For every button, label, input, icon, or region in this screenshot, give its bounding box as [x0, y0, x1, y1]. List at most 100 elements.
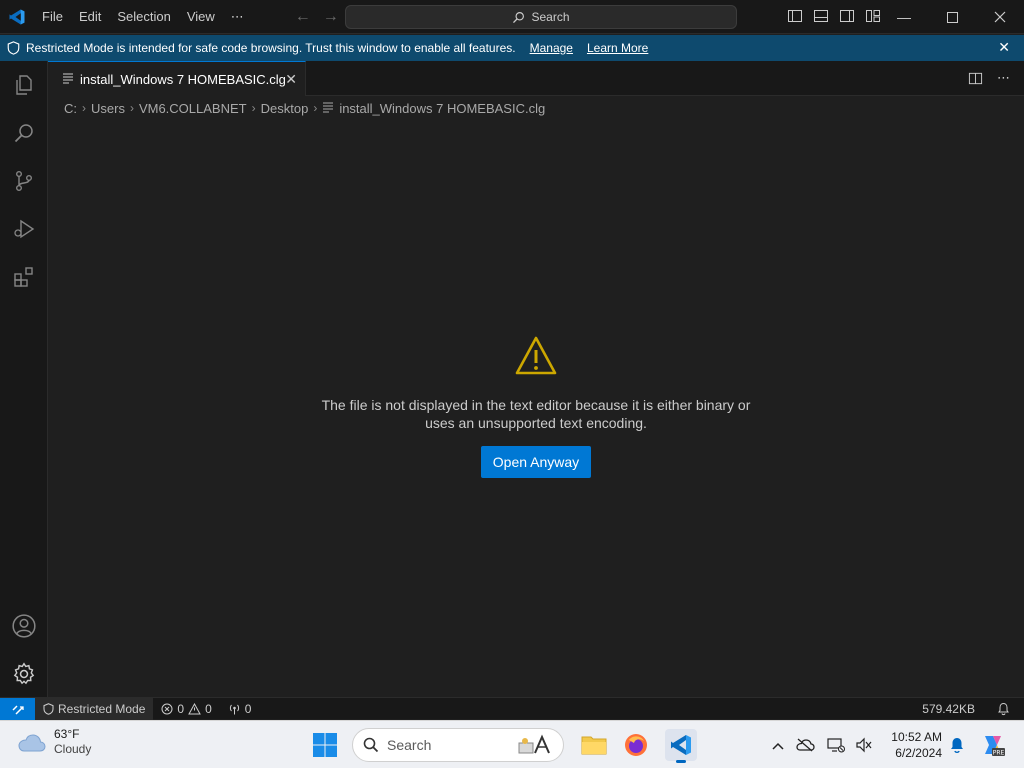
tab-label: install_Windows 7 HOMEBASIC.clg [80, 71, 286, 87]
binary-file-message: The file is not displayed in the text ed… [300, 396, 772, 432]
activity-bar [0, 61, 48, 697]
source-control-icon[interactable] [0, 157, 48, 205]
search-icon [513, 11, 525, 23]
warning-icon [514, 335, 558, 377]
manage-gear-icon[interactable] [0, 650, 48, 698]
status-bar: Restricted Mode 0 0 0 579.42KB [0, 697, 1024, 720]
chevron-right-icon: › [82, 101, 86, 115]
menu-edit[interactable]: Edit [71, 0, 109, 34]
clock-time: 10:52 AM [891, 730, 942, 744]
file-size-status[interactable]: 579.42KB [914, 698, 989, 720]
restricted-mode-label: Restricted Mode [58, 701, 146, 716]
clock-date: 6/2/2024 [895, 746, 942, 760]
file-lines-icon [62, 72, 74, 87]
weather-text: 63°F Cloudy [54, 727, 91, 757]
editor-tab-bar: install_Windows 7 HOMEBASIC.clg ✕ ⋯ [48, 61, 1024, 96]
open-anyway-button[interactable]: Open Anyway [481, 446, 591, 478]
more-actions-icon[interactable]: ⋯ [997, 71, 1010, 89]
warning-small-icon [188, 702, 201, 714]
close-banner-icon[interactable]: ✕ [998, 39, 1010, 56]
network-icon[interactable] [822, 737, 850, 753]
breadcrumb-desktop[interactable]: Desktop [261, 101, 309, 116]
start-windows-icon[interactable] [312, 732, 338, 758]
toggle-primary-sidebar-icon[interactable] [786, 7, 804, 25]
menu-file[interactable]: File [34, 0, 71, 34]
close-tab-icon[interactable]: ✕ [285, 71, 297, 88]
search-view-icon[interactable] [0, 109, 48, 157]
warning-count: 0 [205, 701, 212, 716]
error-count: 0 [177, 701, 185, 716]
weather-condition: Cloudy [54, 742, 92, 756]
menu-more[interactable]: ⋯ [223, 0, 252, 34]
breadcrumb-users[interactable]: Users [91, 101, 125, 116]
editor-actions: ⋯ [968, 71, 1010, 89]
status-bar-right: 579.42KB [914, 698, 1024, 720]
menu-view[interactable]: View [179, 0, 223, 34]
menu-selection[interactable]: Selection [109, 0, 178, 34]
nav-arrows: ← → [292, 8, 342, 26]
window-controls: — [880, 0, 1024, 34]
accounts-icon[interactable] [0, 602, 48, 650]
command-center-label: Search [531, 10, 570, 24]
volume-muted-icon[interactable] [850, 737, 878, 753]
close-window-icon[interactable] [976, 0, 1024, 34]
extensions-icon[interactable] [0, 253, 48, 301]
taskbar-search-placeholder: Search [387, 737, 432, 753]
shield-icon [0, 41, 26, 55]
vscode-logo-icon[interactable] [0, 0, 34, 34]
command-center-search[interactable]: Search [345, 5, 737, 29]
chevron-up-icon[interactable] [768, 737, 788, 753]
minimize-icon[interactable]: — [880, 0, 928, 34]
explorer-icon[interactable] [0, 61, 48, 109]
chevron-right-icon: › [251, 101, 256, 115]
forward-arrow-icon[interactable]: → [320, 8, 342, 26]
svg-text:PRE: PRE [993, 750, 1005, 757]
message-line-2: uses an unsupported text encoding. [425, 415, 647, 431]
chevron-right-icon: › [129, 101, 134, 115]
message-line-1: The file is not displayed in the text ed… [321, 397, 751, 413]
learn-more-link[interactable]: Learn More [587, 41, 648, 55]
menu-bar: File Edit Selection View ⋯ [34, 0, 252, 34]
file-explorer-icon[interactable] [578, 729, 610, 761]
temperature: 63°F [54, 727, 80, 741]
breadcrumb-file[interactable]: install_Windows 7 HOMEBASIC.clg [339, 101, 545, 116]
toggle-panel-icon[interactable] [812, 7, 830, 25]
tab-install-file[interactable]: install_Windows 7 HOMEBASIC.clg ✕ [48, 61, 306, 96]
back-arrow-icon[interactable]: ← [292, 8, 314, 26]
taskbar-clock[interactable]: 10:52 AM 6/2/2024 [884, 729, 942, 761]
restricted-mode-status[interactable]: Restricted Mode [35, 697, 154, 720]
run-debug-icon[interactable] [0, 205, 48, 253]
layout-controls [786, 7, 882, 25]
manage-link[interactable]: Manage [530, 41, 573, 55]
weather-widget[interactable]: 63°F Cloudy [16, 727, 91, 757]
breadcrumb: C: › Users › VM6.COLLABNET › Desktop › i… [64, 97, 545, 119]
toggle-secondary-sidebar-icon[interactable] [838, 7, 856, 25]
restricted-mode-banner: Restricted Mode is intended for safe cod… [0, 35, 1024, 61]
banner-message: Restricted Mode is intended for safe cod… [26, 41, 516, 55]
system-tray [768, 721, 878, 768]
ports-count: 0 [244, 701, 252, 716]
vscode-taskbar-icon[interactable] [665, 729, 697, 763]
remote-indicator-icon[interactable] [0, 697, 35, 720]
notifications-bell-icon[interactable] [989, 698, 1024, 720]
copilot-icon[interactable]: PRE [978, 730, 1008, 760]
shield-icon [43, 702, 54, 715]
broadcast-icon [229, 704, 239, 714]
ports-status[interactable]: 0 [220, 698, 260, 720]
split-editor-icon[interactable] [968, 71, 983, 89]
active-app-indicator [676, 760, 686, 763]
problems-status[interactable]: 0 0 [153, 698, 219, 720]
notification-bell-icon[interactable] [946, 731, 968, 759]
onedrive-offline-icon[interactable] [788, 738, 822, 752]
chevron-right-icon: › [313, 101, 318, 115]
error-icon [161, 703, 173, 714]
breadcrumb-user-folder[interactable]: VM6.COLLABNET [139, 101, 247, 116]
file-lines-icon [322, 101, 334, 116]
breadcrumb-drive[interactable]: C: [64, 101, 77, 116]
search-highlight-icon [515, 733, 555, 758]
taskbar-search-box[interactable]: Search [352, 728, 564, 762]
maximize-icon[interactable] [928, 0, 976, 34]
windows-taskbar: 63°F Cloudy Search 10:52 AM 6/2/2024 PRE [0, 720, 1024, 768]
search-icon [363, 737, 379, 753]
firefox-icon[interactable] [620, 729, 652, 761]
